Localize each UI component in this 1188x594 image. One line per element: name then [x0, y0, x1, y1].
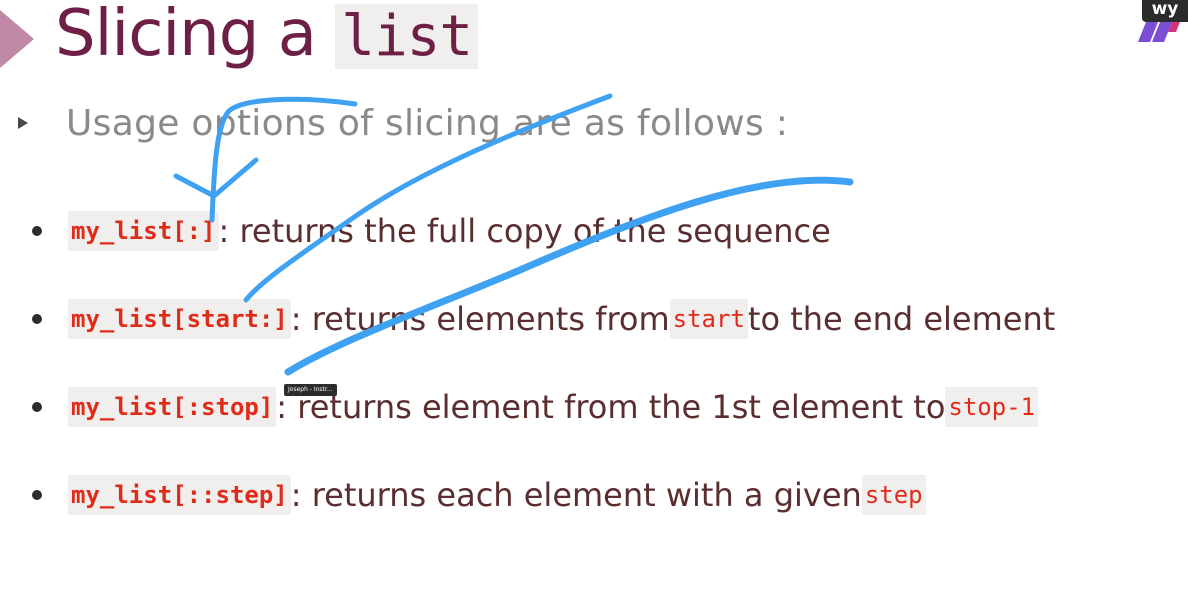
title-text: Slicing a [55, 0, 336, 71]
list-item: my_list[:] : returns the full copy of th… [32, 208, 831, 254]
inline-code: step [861, 475, 926, 515]
title-arrow-icon [0, 10, 34, 68]
code-snippet: my_list[:stop] [68, 387, 277, 427]
brand-badge: wy [1142, 0, 1188, 22]
item-text-tail: to the end element [747, 300, 1056, 338]
list-item: my_list[start:] : returns elements from … [32, 296, 1055, 342]
item-text: : returns each element with a given [290, 476, 862, 514]
bullet-dot-icon [32, 314, 42, 324]
code-snippet: my_list[start:] [68, 299, 291, 339]
item-text: : returns elements from [290, 300, 670, 338]
triangle-bullet-icon [18, 117, 28, 129]
brand-logo-icon [1138, 22, 1180, 42]
presenter-name-tooltip: Joseph - Instr... [284, 384, 337, 396]
list-item: my_list[:stop] : returns element from th… [32, 384, 1039, 430]
inline-code: start [669, 299, 748, 339]
inline-code: stop-1 [945, 387, 1039, 427]
item-text: : returns the full copy of the sequence [218, 212, 831, 250]
subtitle-text: Usage options of slicing are as follows … [66, 102, 789, 144]
subtitle-row: Usage options of slicing are as follows … [18, 100, 788, 146]
annotation-arrowhead [173, 157, 259, 199]
brand-text: wy [1151, 0, 1179, 19]
title-code: list [335, 4, 479, 69]
code-snippet: my_list[::step] [68, 475, 291, 515]
bullet-dot-icon [32, 402, 42, 412]
item-text: : returns element from the 1st element t… [276, 388, 946, 426]
bullet-dot-icon [32, 226, 42, 236]
code-snippet: my_list[:] [68, 211, 219, 251]
bullet-dot-icon [32, 490, 42, 500]
list-item: my_list[::step] : returns each element w… [32, 472, 926, 518]
slide-title: Slicing a list [55, 0, 479, 79]
